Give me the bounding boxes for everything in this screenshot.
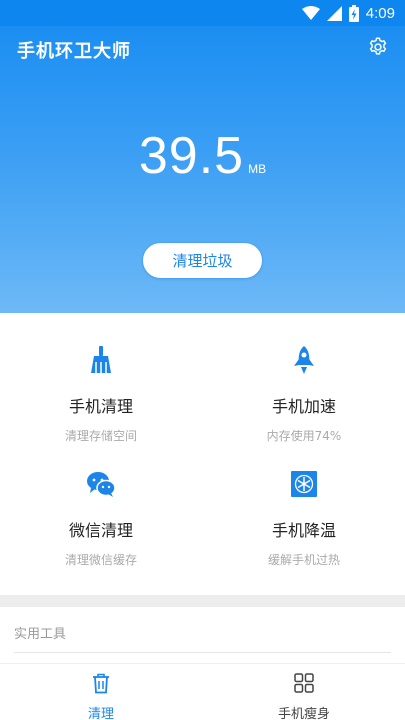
feature-subtitle: 内存使用74% [266, 429, 342, 443]
tools-section: 实用工具 [0, 607, 405, 663]
rocket-icon [294, 346, 314, 374]
gear-icon[interactable] [367, 36, 389, 58]
feature-phone-clean[interactable]: 手机清理 清理存储空间 [0, 345, 202, 444]
feature-phone-boost[interactable]: 手机加速 内存使用74% [203, 345, 405, 444]
tab-phone-slim[interactable]: 手机瘦身 [203, 672, 405, 720]
signal-icon [326, 5, 342, 21]
status-bar: 4:09 [0, 0, 405, 26]
tab-label: 清理 [87, 707, 114, 720]
junk-size: 39.5 MB [0, 126, 405, 186]
tab-clean[interactable]: 清理 [0, 672, 202, 720]
status-time: 4:09 [365, 4, 395, 22]
wifi-icon [301, 6, 320, 20]
feature-subtitle: 缓解手机过热 [267, 553, 340, 567]
feature-title: 手机清理 [68, 397, 133, 416]
feature-title: 手机加速 [271, 397, 336, 416]
broom-icon [91, 346, 111, 373]
feature-wechat-clean[interactable]: 微信清理 清理微信缓存 [0, 469, 202, 568]
app-title: 手机环卫大师 [17, 41, 131, 62]
tab-label: 手机瘦身 [277, 707, 330, 720]
trash-icon [93, 673, 109, 694]
tools-divider [14, 652, 391, 653]
wechat-icon [87, 472, 116, 497]
feature-title: 手机降温 [271, 521, 336, 540]
grid-icon [294, 673, 314, 693]
tools-title: 实用工具 [14, 627, 67, 642]
feature-grid: 手机清理 清理存储空间 手机加速 内存使用74% 微信清理 清理微信缓存 手机降… [0, 313, 405, 595]
feature-subtitle: 清理微信缓存 [64, 553, 137, 567]
bottom-tab-bar: 清理 手机瘦身 [0, 663, 405, 720]
clean-junk-button[interactable]: 清理垃圾 [142, 242, 263, 279]
battery-charging-icon [348, 4, 359, 22]
feature-phone-cool[interactable]: 手机降温 缓解手机过热 [203, 469, 405, 568]
feature-title: 微信清理 [68, 521, 133, 540]
status-icons: 4:09 [301, 3, 395, 23]
junk-size-value: 39.5 [138, 127, 245, 185]
junk-size-unit: MB [248, 162, 267, 176]
snowflake-icon [291, 471, 317, 497]
feature-subtitle: 清理存储空间 [64, 429, 137, 443]
hero-panel: 手机环卫大师 39.5 MB 清理垃圾 [0, 26, 405, 313]
